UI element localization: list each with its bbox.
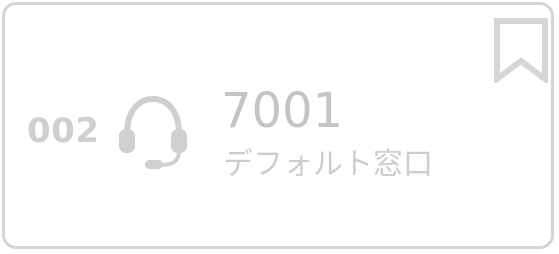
bookmark-icon[interactable]: [493, 17, 549, 83]
queue-number: 7001: [221, 83, 344, 139]
queue-index: 002: [27, 111, 100, 151]
queue-card[interactable]: 002 7001 デフォルト窓口: [2, 2, 554, 249]
queue-name: デフォルト窓口: [223, 147, 433, 182]
headset-icon: [119, 95, 187, 169]
